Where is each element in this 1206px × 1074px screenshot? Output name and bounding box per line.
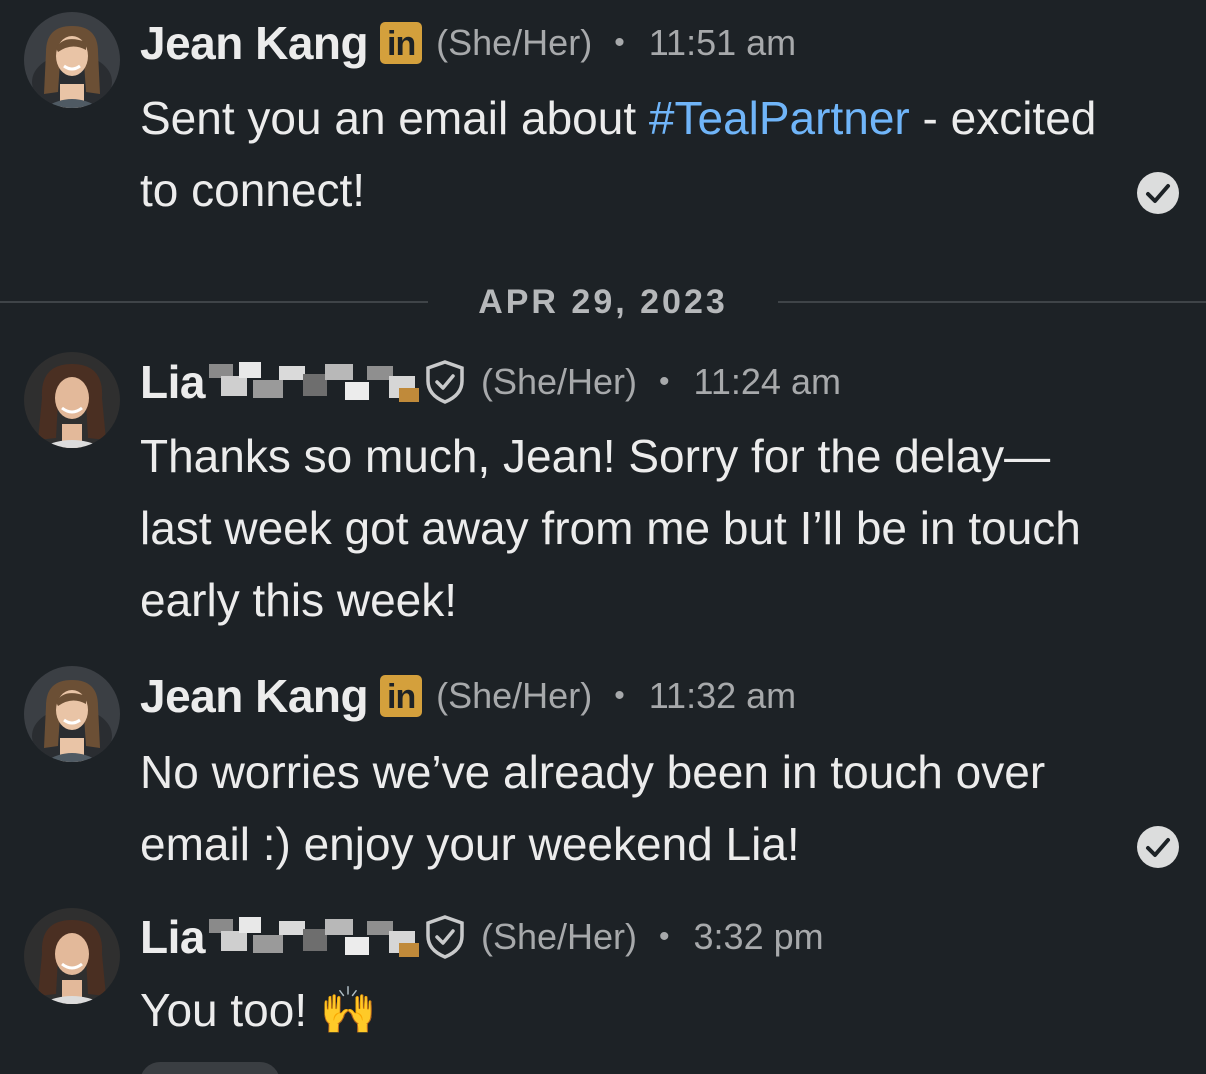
- linkedin-badge-icon: in: [380, 22, 423, 64]
- message-text: You too! 🙌: [140, 984, 378, 1036]
- avatar-jean-kang[interactable]: [24, 666, 120, 762]
- sender-name[interactable]: Lia: [140, 910, 205, 964]
- reaction-pill[interactable]: [140, 1062, 280, 1074]
- separator-dot: •: [659, 920, 670, 953]
- separator-dot: •: [659, 365, 670, 398]
- message-text-part: Sent you an email about: [140, 92, 649, 144]
- message-text: No worries we’ve already been in touch o…: [140, 746, 1046, 870]
- sender-name[interactable]: Jean Kang: [140, 669, 369, 723]
- verified-shield-icon: [423, 914, 467, 960]
- message-time: 11:24 am: [693, 361, 841, 402]
- check-circle-icon: [1136, 825, 1180, 869]
- message-item: Jean Kang in (She/Her) • 11:51 am Sent y…: [0, 0, 1206, 240]
- avatar-jean-kang[interactable]: [24, 12, 120, 108]
- message-time: 3:32 pm: [693, 916, 824, 957]
- divider-line: [0, 301, 428, 303]
- message-header: Jean Kang in (She/Her) • 11:32 am: [140, 668, 796, 724]
- hashtag-link[interactable]: #TealPartner: [649, 92, 910, 144]
- message-text: Thanks so much, Jean! Sorry for the dela…: [140, 430, 1081, 626]
- message-time: 11:32 am: [648, 675, 797, 716]
- check-circle-icon: [1136, 171, 1180, 215]
- sender-name[interactable]: Lia: [140, 355, 205, 409]
- message-thread: Jean Kang in (She/Her) • 11:51 am Sent y…: [0, 0, 1206, 1074]
- verified-shield-icon: [423, 359, 467, 405]
- avatar-lia[interactable]: [24, 908, 120, 1004]
- linkedin-badge-icon: in: [380, 675, 423, 717]
- divider-line: [778, 301, 1206, 303]
- separator-dot: •: [614, 26, 625, 59]
- message-item: Lia (She/Her) •: [0, 896, 1206, 1074]
- date-divider: APR 29, 2023: [0, 276, 1206, 328]
- sender-pronouns: (She/Her): [436, 675, 593, 716]
- message-item: Jean Kang in (She/Her) • 11:32 am No wor…: [0, 654, 1206, 884]
- sender-name[interactable]: Jean Kang: [140, 16, 369, 70]
- sender-pronouns: (She/Her): [480, 361, 638, 402]
- date-divider-label: APR 29, 2023: [478, 283, 728, 321]
- avatar-lia[interactable]: [24, 352, 120, 448]
- separator-dot: •: [614, 679, 625, 712]
- redacted-surname: [208, 909, 419, 965]
- message-time: 11:51 am: [648, 22, 797, 63]
- message-header: Lia (She/Her) •: [140, 354, 841, 410]
- message-item: Lia (She/Her) •: [0, 340, 1206, 640]
- message-text: Sent you an email about #TealPartner - e…: [140, 82, 1120, 226]
- message-header: Jean Kang in (She/Her) • 11:51 am: [140, 15, 796, 71]
- sender-pronouns: (She/Her): [480, 916, 638, 957]
- redacted-surname: [208, 354, 419, 410]
- message-header: Lia (She/Her) •: [140, 909, 824, 965]
- sender-pronouns: (She/Her): [436, 22, 593, 63]
